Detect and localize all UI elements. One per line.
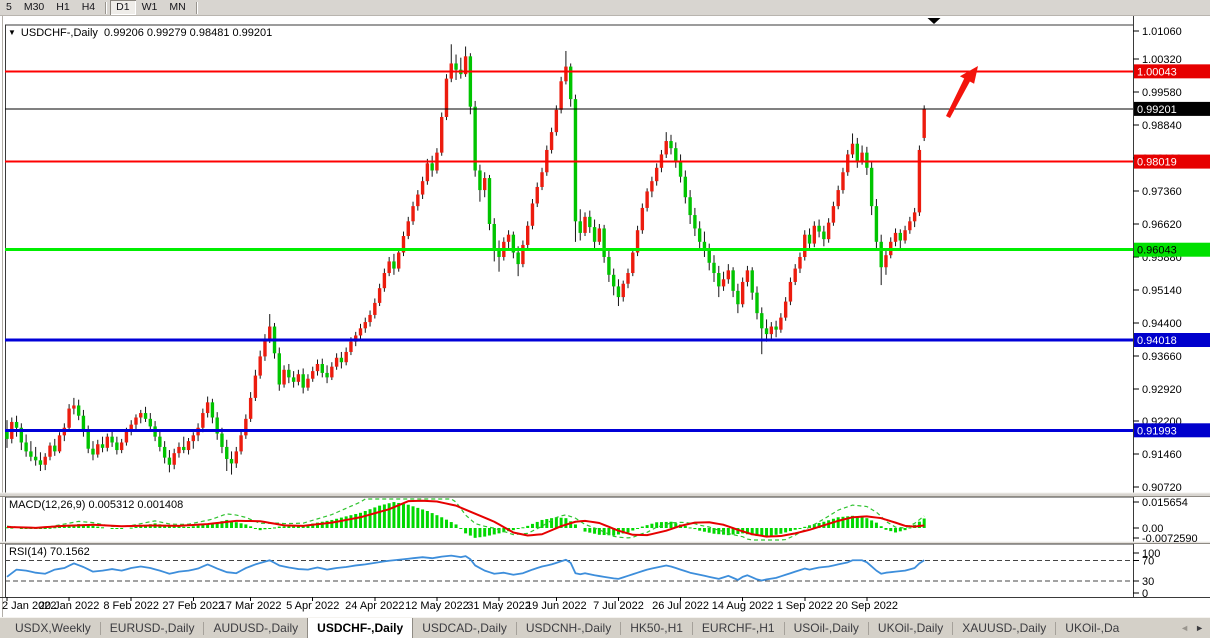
svg-text:0.96043: 0.96043 bbox=[1137, 245, 1177, 257]
tab-usoil-daily[interactable]: USOil-,Daily bbox=[785, 618, 868, 638]
svg-text:0.91460: 0.91460 bbox=[1142, 449, 1182, 461]
svg-text:7 Jul 2022: 7 Jul 2022 bbox=[593, 600, 644, 612]
toolbar-separator bbox=[196, 2, 197, 14]
mt4-chart-window: 5M30H1H4D1W1MN 1.010601.003200.995800.98… bbox=[0, 0, 1210, 638]
svg-text:0: 0 bbox=[1142, 588, 1148, 600]
svg-text:0.93660: 0.93660 bbox=[1142, 351, 1182, 363]
symbol-dropdown-icon[interactable]: ▼ bbox=[8, 28, 16, 37]
svg-text:17 Mar 2022: 17 Mar 2022 bbox=[220, 600, 282, 612]
tab-xauusd-daily[interactable]: XAUUSD-,Daily bbox=[953, 618, 1055, 638]
level-badge-0.94018: 0.94018 bbox=[1134, 333, 1210, 347]
timeframe-button-h4[interactable]: H4 bbox=[76, 0, 101, 15]
svg-text:0.98019: 0.98019 bbox=[1137, 157, 1177, 169]
tab-eurusd-daily[interactable]: EURUSD-,Daily bbox=[101, 618, 204, 638]
svg-text:0.92920: 0.92920 bbox=[1142, 384, 1182, 396]
chart-tabs: USDX,WeeklyEURUSD-,DailyAUDUSD-,DailyUSD… bbox=[0, 618, 1178, 638]
tab-eurchf-h1[interactable]: EURCHF-,H1 bbox=[693, 618, 784, 638]
tab-audusd-daily[interactable]: AUDUSD-,Daily bbox=[204, 618, 307, 638]
level-badge-0.98019: 0.98019 bbox=[1134, 155, 1210, 169]
candlestick-chart[interactable]: 1.010601.003200.995800.988400.981000.973… bbox=[0, 0, 1210, 638]
rsi-indicator-label: RSI(14) 70.1562 bbox=[9, 546, 90, 558]
timeframe-button-mn[interactable]: MN bbox=[163, 0, 191, 15]
tab-hk50-h1[interactable]: HK50-,H1 bbox=[621, 618, 692, 638]
tab-usdcad-daily[interactable]: USDCAD-,Daily bbox=[413, 618, 516, 638]
svg-text:1 Sep 2022: 1 Sep 2022 bbox=[777, 600, 833, 612]
svg-text:0.94018: 0.94018 bbox=[1137, 335, 1177, 347]
svg-text:0.99580: 0.99580 bbox=[1142, 87, 1182, 99]
chart-tabs-bar: USDX,WeeklyEURUSD-,DailyAUDUSD-,DailyUSD… bbox=[0, 617, 1210, 638]
timeframe-button-m30[interactable]: M30 bbox=[18, 0, 50, 15]
chart-symbol-label: USDCHF-,Daily bbox=[21, 27, 98, 39]
tab-scroll-controls: ◄ ► bbox=[1178, 618, 1210, 638]
toolbar-separator bbox=[105, 2, 106, 14]
svg-text:24 Apr 2022: 24 Apr 2022 bbox=[345, 600, 404, 612]
tab-usdcnh-daily[interactable]: USDCNH-,Daily bbox=[517, 618, 620, 638]
svg-text:1.00320: 1.00320 bbox=[1142, 54, 1182, 66]
tab-ukoil-daily[interactable]: UKOil-,Daily bbox=[869, 618, 952, 638]
tab-usdchf-daily[interactable]: USDCHF-,Daily bbox=[307, 618, 413, 638]
svg-text:20 Sep 2022: 20 Sep 2022 bbox=[836, 600, 898, 612]
svg-text:1.01060: 1.01060 bbox=[1142, 26, 1182, 38]
svg-text:0.90720: 0.90720 bbox=[1142, 482, 1182, 494]
timeframe-button-h1[interactable]: H1 bbox=[50, 0, 75, 15]
svg-text:12 May 2022: 12 May 2022 bbox=[405, 600, 469, 612]
svg-text:-0.0072590: -0.0072590 bbox=[1142, 533, 1198, 545]
timeframe-toolbar: 5M30H1H4 D1W1MN bbox=[0, 0, 1210, 16]
svg-text:20 Jan 2022: 20 Jan 2022 bbox=[39, 600, 100, 612]
level-badge-0.91993: 0.91993 bbox=[1134, 423, 1210, 437]
svg-text:8 Feb 2022: 8 Feb 2022 bbox=[103, 600, 159, 612]
timeframe-button-5[interactable]: 5 bbox=[0, 0, 18, 15]
current-price-badge: 0.99201 bbox=[1134, 102, 1210, 116]
svg-text:0.94400: 0.94400 bbox=[1142, 318, 1182, 330]
svg-text:0.97360: 0.97360 bbox=[1142, 186, 1182, 198]
svg-text:0.99201: 0.99201 bbox=[1137, 104, 1177, 116]
macd-indicator-label: MACD(12,26,9) 0.005312 0.001408 bbox=[9, 499, 183, 511]
timeframe-button-w1[interactable]: W1 bbox=[136, 0, 164, 15]
svg-text:0.96620: 0.96620 bbox=[1142, 219, 1182, 231]
svg-text:19 Jun 2022: 19 Jun 2022 bbox=[526, 600, 587, 612]
date-axis: 2 Jan 202220 Jan 20228 Feb 202227 Feb 20… bbox=[2, 597, 898, 612]
tabs-scroll-right-icon[interactable]: ► bbox=[1195, 623, 1204, 633]
svg-text:0.015654: 0.015654 bbox=[1142, 497, 1188, 509]
svg-text:0.95140: 0.95140 bbox=[1142, 285, 1182, 297]
svg-text:5 Apr 2022: 5 Apr 2022 bbox=[286, 600, 339, 612]
tab-usdx-weekly[interactable]: USDX,Weekly bbox=[6, 618, 100, 638]
svg-text:30: 30 bbox=[1142, 576, 1154, 588]
svg-text:0.98840: 0.98840 bbox=[1142, 120, 1182, 132]
svg-text:31 May 2022: 31 May 2022 bbox=[467, 600, 531, 612]
svg-text:1.00043: 1.00043 bbox=[1137, 66, 1177, 78]
svg-text:0.91993: 0.91993 bbox=[1137, 425, 1177, 437]
svg-text:27 Feb 2022: 27 Feb 2022 bbox=[162, 600, 224, 612]
svg-text:26 Jul 2022: 26 Jul 2022 bbox=[652, 600, 709, 612]
svg-text:70: 70 bbox=[1142, 555, 1154, 567]
svg-text:14 Aug 2022: 14 Aug 2022 bbox=[712, 600, 774, 612]
timeframe-button-d1[interactable]: D1 bbox=[110, 0, 135, 15]
level-badge-0.96043: 0.96043 bbox=[1134, 243, 1210, 257]
level-badge-1.00043: 1.00043 bbox=[1134, 64, 1210, 78]
chart-ohlc-values: 0.99206 0.99279 0.98481 0.99201 bbox=[104, 27, 272, 39]
tabs-scroll-left-icon[interactable]: ◄ bbox=[1180, 623, 1189, 633]
chart-title: ▼ USDCHF-,Daily 0.99206 0.99279 0.98481 0… bbox=[8, 27, 272, 39]
tab-ukoil-da[interactable]: UKOil-,Da bbox=[1056, 618, 1128, 638]
